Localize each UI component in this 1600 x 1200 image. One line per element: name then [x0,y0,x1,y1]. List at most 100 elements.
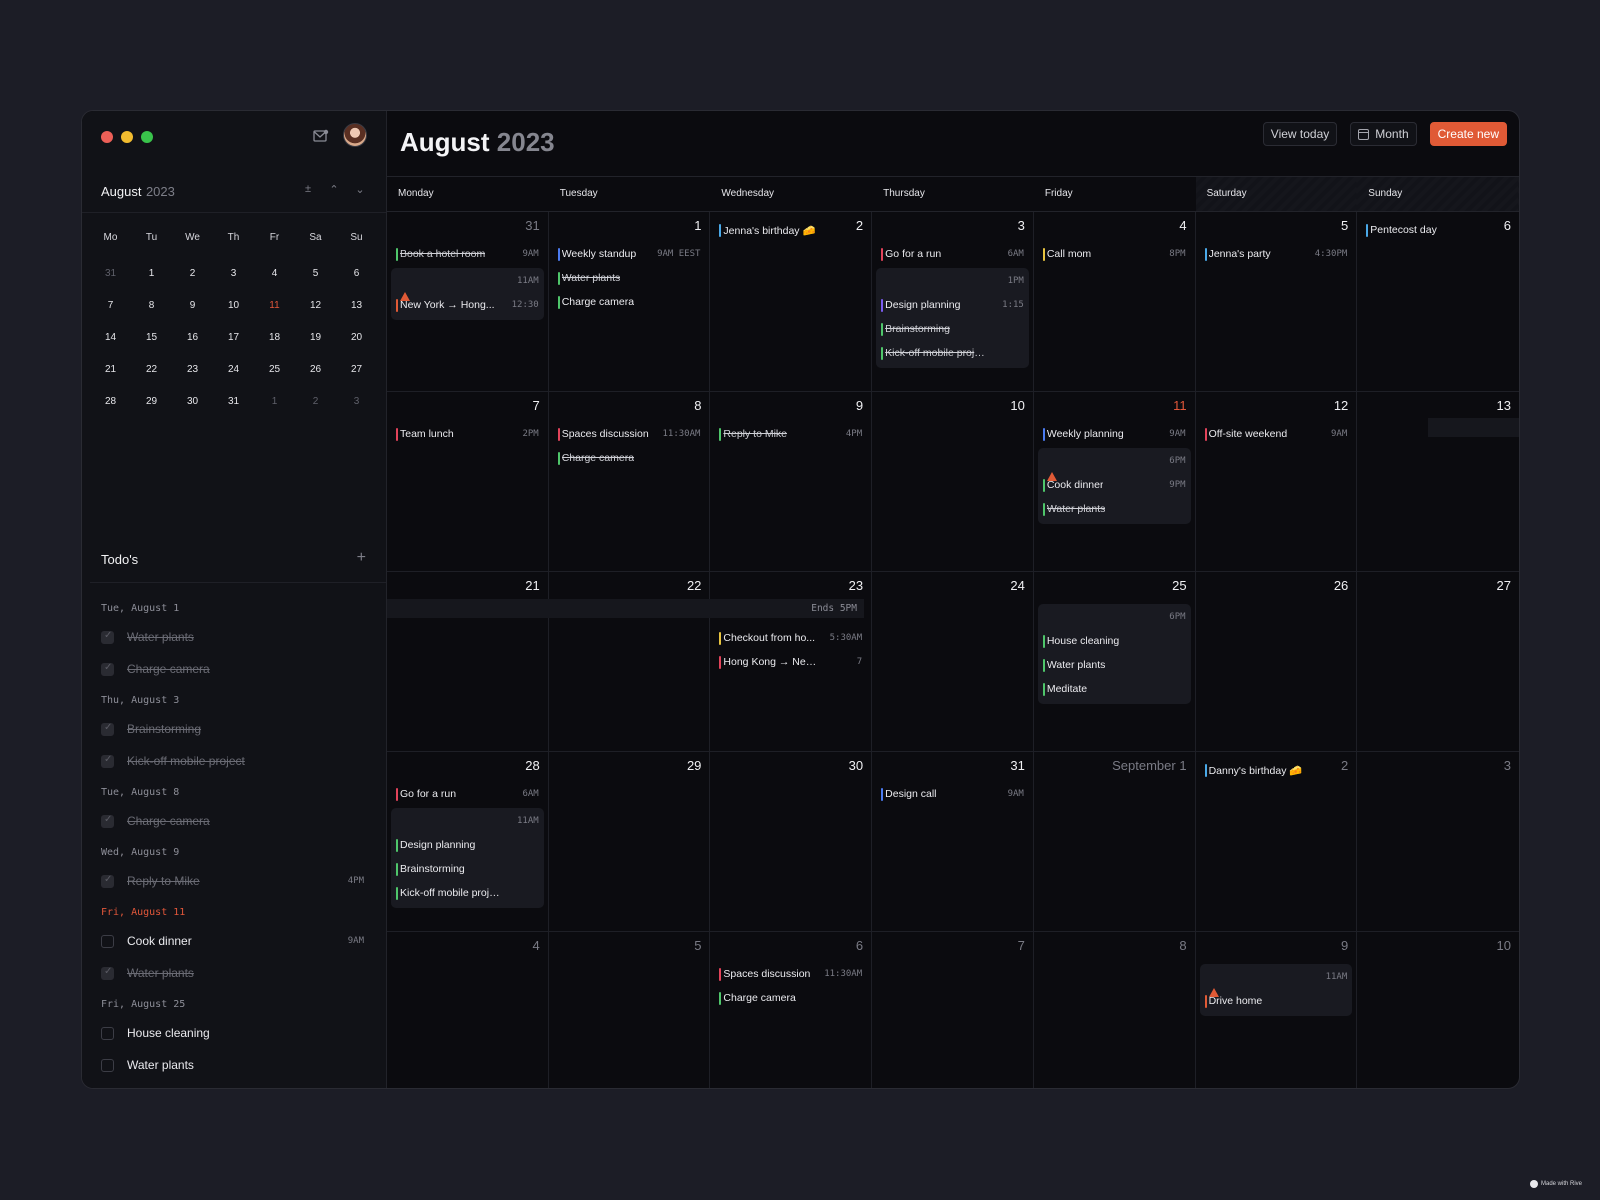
todo-item[interactable]: Reply to Mike 4PM [101,865,366,897]
event-group[interactable]: 11AM Drive home [1199,964,1353,1016]
mini-calendar-day[interactable]: 20 [336,332,377,343]
chevron-down-icon[interactable]: ⌄ [354,183,366,196]
todo-checkbox[interactable] [101,630,114,644]
calendar-event[interactable]: Brainstorming [391,857,544,881]
add-todo-button[interactable]: + [357,549,366,567]
day-cell[interactable]: 29 [548,752,711,932]
offsite-weekend-span[interactable] [1428,418,1519,437]
calendar-event[interactable]: Water plants [1038,653,1191,677]
todo-checkbox[interactable] [101,966,114,980]
todo-item[interactable]: Water plants [101,1049,366,1081]
calendar-event[interactable]: Book a hotel room 9AM [391,242,544,266]
day-cell[interactable]: 24 [872,572,1034,752]
event-group[interactable]: 6PM House cleaning Water plants Meditate [1037,604,1191,704]
month-view-button[interactable]: Month [1350,122,1417,146]
todo-checkbox[interactable] [101,874,114,888]
day-cell[interactable]: 31 Book a hotel room 9AM 11AM New York → Hon… [387,212,549,392]
mini-calendar-day[interactable]: 19 [295,332,336,343]
day-cell[interactable]: 11 Weekly planning 9AM 6PM Cook dinner 9PM Wat… [1033,392,1196,572]
avatar[interactable] [343,123,367,147]
mini-calendar-day[interactable]: 16 [172,332,213,343]
day-cell[interactable]: 6 Spaces discussion 11:30AM Charge camera [710,932,873,1088]
calendar-event[interactable]: Brainstorming [876,317,1029,341]
day-cell[interactable]: 1 Weekly standup 9AM EEST Water plants Charg… [548,212,711,392]
day-cell[interactable]: 7 Team lunch 2PM [387,392,549,572]
day-cell[interactable]: 25 6PM House cleaning Water plants Meditate [1033,572,1196,752]
calendar-event[interactable]: Cook dinner 9PM [1038,473,1191,497]
mini-calendar-day[interactable]: 24 [213,364,254,375]
mini-calendar-day[interactable]: 12 [295,300,336,311]
mini-calendar-day[interactable]: 11 [254,300,295,311]
mini-calendar-day[interactable]: 13 [336,300,377,311]
calendar-event[interactable]: Weekly standup 9AM EEST [553,242,706,266]
calendar-event[interactable]: Kick-off mobile project [876,341,1029,365]
mini-calendar-day[interactable]: 2 [172,268,213,279]
mini-calendar-day[interactable]: 4 [254,268,295,279]
todo-checkbox[interactable] [101,934,114,948]
mini-calendar-day[interactable]: 31 [90,268,131,279]
todo-item[interactable]: Water plants [101,621,366,653]
day-cell[interactable]: 9 Reply to Mike 4PM [710,392,873,572]
mini-calendar-day[interactable]: 28 [90,396,131,407]
mini-calendar-day[interactable]: 17 [213,332,254,343]
todo-item[interactable]: House cleaning [101,1017,366,1049]
calendar-event[interactable]: Charge camera [553,446,706,470]
event-group[interactable]: 6PM Cook dinner 9PM Water plants [1037,448,1191,524]
mini-calendar-day[interactable]: 6 [336,268,377,279]
calendar-event[interactable]: Go for a run 6AM [876,242,1029,266]
day-cell[interactable]: 5 [549,932,711,1088]
calendar-event[interactable]: Meditate [1038,677,1191,701]
todo-checkbox[interactable] [101,814,114,828]
trip-span[interactable]: Ends 5PM [387,599,864,618]
todo-checkbox[interactable] [101,1058,114,1072]
day-cell[interactable]: 26 [1195,572,1358,752]
calendar-event[interactable]: Spaces discussion 11:30AM [714,962,867,986]
day-cell[interactable]: 4 Call mom 8PM [1033,212,1196,392]
day-cell[interactable]: 3 [1357,752,1519,932]
minimize-window-button[interactable] [121,131,133,143]
calendar-event[interactable]: Call mom 8PM [1038,242,1191,266]
mini-calendar-day[interactable]: 1 [254,396,295,407]
calendar-event[interactable]: Off-site weekend 9AM [1200,422,1353,446]
calendar-event[interactable]: Hong Kong → New York 7 [714,650,867,674]
mini-calendar-day[interactable]: 7 [90,300,131,311]
mini-calendar-day[interactable]: 22 [131,364,172,375]
calendar-event[interactable]: Charge camera [714,986,867,1010]
mini-calendar-day[interactable]: 29 [131,396,172,407]
todo-checkbox[interactable] [101,722,114,736]
mini-calendar-day[interactable]: 3 [213,268,254,279]
day-cell[interactable]: 30 [710,752,873,932]
create-new-button[interactable]: Create new [1429,122,1507,146]
todo-checkbox[interactable] [101,754,114,768]
mini-calendar-day[interactable]: 10 [213,300,254,311]
calendar-event[interactable]: Kick-off mobile project [391,881,544,905]
day-cell[interactable]: 2 Jenna's birthday 🧀 [710,212,873,392]
calendar-event[interactable]: Drive home [1200,989,1353,1013]
close-window-button[interactable] [101,131,113,143]
calendar-event[interactable]: Checkout from ho... 5:30AM [714,626,867,650]
calendar-event[interactable]: Weekly planning 9AM [1038,422,1191,446]
mini-calendar-day[interactable]: 23 [172,364,213,375]
todo-item[interactable]: Water plants [101,957,366,989]
day-cell[interactable]: 7 [872,932,1034,1088]
day-cell[interactable]: 10 [872,392,1034,572]
calendar-event[interactable]: Go for a run 6AM [391,782,544,806]
maximize-window-button[interactable] [141,131,153,143]
mini-calendar-day[interactable]: 18 [254,332,295,343]
day-cell[interactable]: 5 Jenna's party 4:30PM [1195,212,1358,392]
calendar-event[interactable]: Team lunch 2PM [391,422,544,446]
calendar-event[interactable]: New York → Hong... 12:30 [391,293,544,317]
calendar-event[interactable]: Design planning [391,833,544,857]
todo-checkbox[interactable] [101,1026,114,1040]
calendar-event[interactable]: Jenna's party 4:30PM [1200,242,1353,266]
todo-item[interactable]: Brainstorming [101,713,366,745]
view-today-button[interactable]: View today [1262,122,1338,146]
mini-calendar-day[interactable]: 3 [336,396,377,407]
calendar-event[interactable]: Spaces discussion 11:30AM [553,422,706,446]
mini-calendar-day[interactable]: 8 [131,300,172,311]
mail-icon[interactable] [313,129,329,143]
todo-item[interactable]: Charge camera [101,653,366,685]
calendar-event[interactable]: Water plants [553,266,706,290]
event-group[interactable]: 1PM Design planning 1:15 Brainstorming Kick-… [876,268,1029,368]
calendar-event[interactable]: Water plants [1038,497,1191,521]
